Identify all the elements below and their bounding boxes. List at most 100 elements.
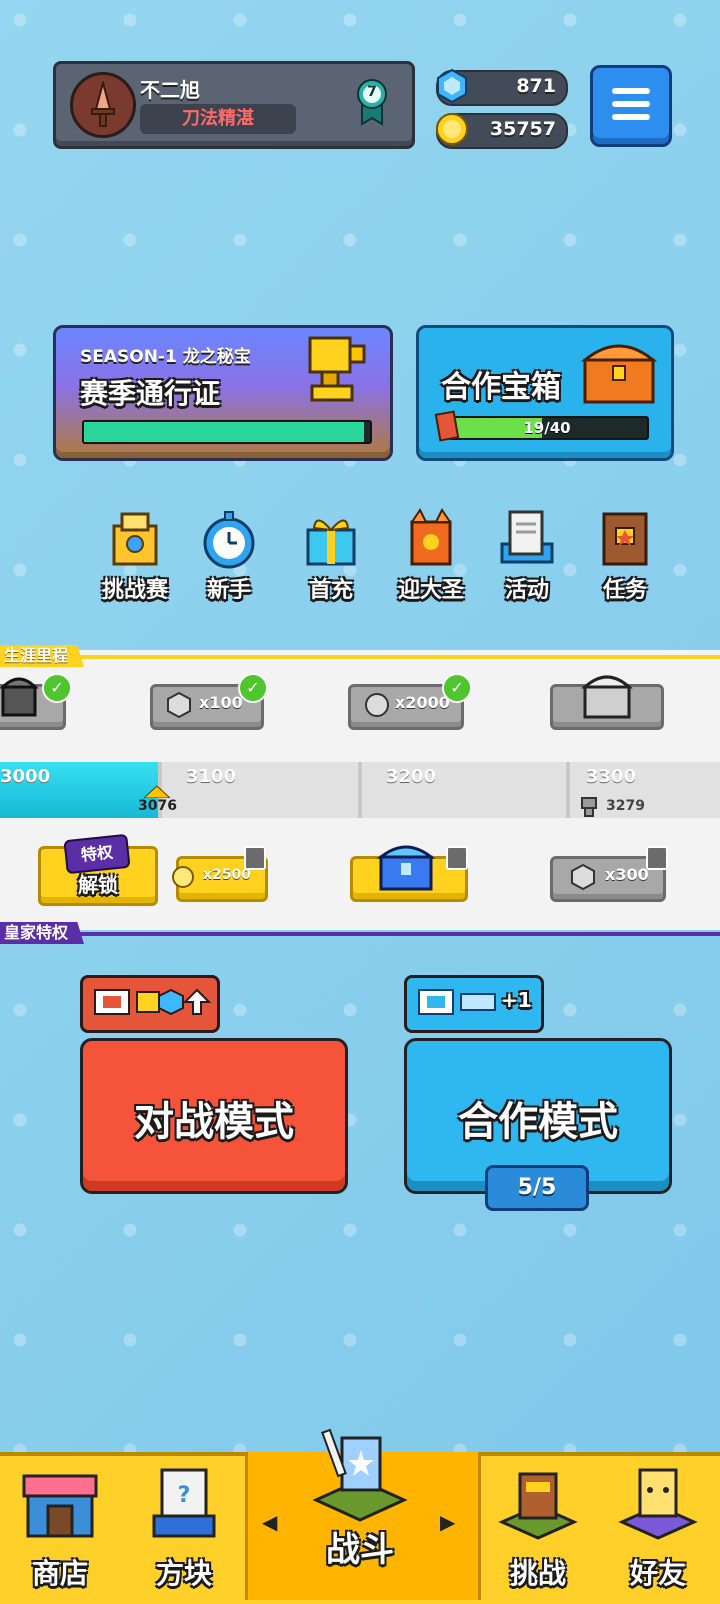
coin-value: 35757	[489, 118, 556, 140]
nav-blocks[interactable]: ? 方块	[124, 1452, 244, 1600]
claimed-check-icon: ✓	[442, 673, 472, 703]
player-title: 刀法精湛	[140, 104, 296, 134]
battle-mode-button[interactable]: 对战模式	[80, 1038, 348, 1194]
nav-shop[interactable]: 商店	[0, 1452, 120, 1600]
nav-label: 战斗	[326, 1530, 394, 1570]
feature-events[interactable]: 活动	[484, 508, 570, 603]
career-tick: 3300	[586, 766, 637, 787]
feature-label: 活动	[504, 578, 549, 603]
coin-icon	[436, 113, 468, 145]
current-trophies: 3076	[138, 798, 177, 814]
nav-left-arrow-icon[interactable]: ◀	[262, 1510, 277, 1534]
coop-bonus: +1	[501, 988, 532, 1012]
nav-label: 商店	[31, 1557, 88, 1590]
coop-chest-title: 合作宝箱	[441, 370, 561, 405]
season-progress-bar	[82, 420, 372, 444]
season-label: SEASON-1 龙之秘宝	[80, 347, 251, 367]
nav-challenge[interactable]: 挑战	[478, 1452, 598, 1600]
reward-icons	[418, 989, 496, 1015]
gem-value: 871	[516, 75, 556, 97]
nav-label: 方块	[155, 1557, 212, 1590]
season-pass-card[interactable]: SEASON-1 龙之秘宝 赛季通行证	[53, 325, 393, 461]
coin-counter[interactable]: 35757	[436, 113, 568, 149]
avatar	[70, 72, 136, 138]
sword-icon	[91, 81, 115, 127]
feature-label: 首充	[308, 578, 353, 603]
current-marker-icon	[144, 786, 170, 798]
nav-label: 挑战	[509, 1557, 566, 1590]
season-pass-title: 赛季通行证	[80, 377, 221, 410]
feature-tournament[interactable]: 挑战赛	[92, 508, 178, 603]
coin-icon	[365, 693, 389, 717]
coop-chest-card[interactable]: 合作宝箱 19/40	[416, 325, 674, 461]
gem-icon	[437, 68, 467, 104]
lock-icon	[446, 846, 468, 870]
coop-mode-rewards: +1	[404, 975, 544, 1033]
season-progress-fill	[84, 422, 365, 442]
battle-icon	[312, 1428, 408, 1522]
rank-number: 7	[367, 84, 377, 100]
feature-label: 新手	[206, 578, 251, 603]
chest-icon	[376, 845, 436, 891]
nav-battle[interactable]: 战斗	[300, 1428, 420, 1600]
coin-icon	[172, 866, 194, 888]
coop-progress-bar: 19/40	[445, 416, 649, 440]
career-tick: 3200	[386, 766, 437, 787]
feature-label: 迎大圣	[397, 578, 464, 603]
lock-icon	[646, 846, 668, 870]
block-icon: ?	[152, 1468, 216, 1538]
career-label: 生涯里程	[0, 645, 85, 667]
nav-label: 好友	[629, 1557, 686, 1590]
event-icon	[500, 510, 554, 564]
gift-icon	[306, 519, 356, 566]
coop-progress-text: 19/40	[523, 419, 571, 437]
feature-label: 任务	[602, 578, 647, 603]
gem-counter[interactable]: 871	[436, 68, 568, 106]
chest-icon	[580, 344, 658, 404]
career-reward-chest[interactable]	[550, 675, 664, 730]
battle-mode-rewards	[80, 975, 220, 1033]
nav-friends[interactable]: 好友	[598, 1452, 718, 1600]
trophy-icon	[308, 336, 366, 402]
profile-card[interactable]: 不二旭 刀法精湛 7	[53, 61, 415, 149]
coop-attempts-counter: 5/5	[485, 1165, 589, 1211]
career-tick: 3100	[186, 766, 237, 787]
gem-icon	[167, 691, 191, 719]
claimed-check-icon: ✓	[42, 673, 72, 703]
royal-privilege-label: 皇家特权	[0, 922, 85, 944]
menu-button[interactable]	[590, 65, 672, 147]
battle-mode-label: 对战模式	[134, 1099, 294, 1145]
reward-amount: x100	[199, 693, 243, 712]
tournament-icon	[112, 512, 158, 566]
unlock-label: 解锁	[78, 873, 118, 897]
friends-icon	[618, 1468, 698, 1540]
trophy-total: 3279	[606, 798, 645, 814]
feature-monkey-king[interactable]: 迎大圣	[388, 508, 474, 603]
trophy-icon	[581, 797, 597, 817]
premium-unlock-button[interactable]: 特权 解锁	[38, 833, 158, 906]
reward-amount: x2500	[203, 867, 251, 883]
gem-icon	[571, 863, 595, 891]
feature-newbie[interactable]: 新手	[186, 508, 272, 603]
career-tick: 3000	[0, 766, 51, 787]
feature-quests[interactable]: 任务	[582, 508, 668, 603]
stopwatch-icon	[203, 511, 255, 569]
claimed-check-icon: ✓	[238, 673, 268, 703]
chest-icon	[581, 675, 633, 719]
feature-first-charge[interactable]: 首充	[288, 508, 374, 603]
reward-icons	[94, 988, 212, 1016]
nav-right-arrow-icon[interactable]: ▶	[440, 1510, 455, 1534]
monkey-king-icon	[410, 508, 452, 566]
lock-icon	[244, 846, 266, 870]
rank-badge: 7	[356, 78, 388, 126]
menu-icon	[612, 88, 650, 94]
chest-icon	[0, 677, 39, 717]
shop-icon	[22, 1474, 98, 1538]
player-name: 不二旭	[140, 78, 200, 102]
reward-amount: x300	[605, 865, 649, 884]
reward-amount: x2000	[395, 693, 450, 712]
feature-label: 挑战赛	[101, 578, 168, 603]
challenge-icon	[498, 1472, 578, 1540]
coop-mode-label: 合作模式	[458, 1099, 618, 1145]
svg-text:?: ?	[178, 1483, 191, 1508]
